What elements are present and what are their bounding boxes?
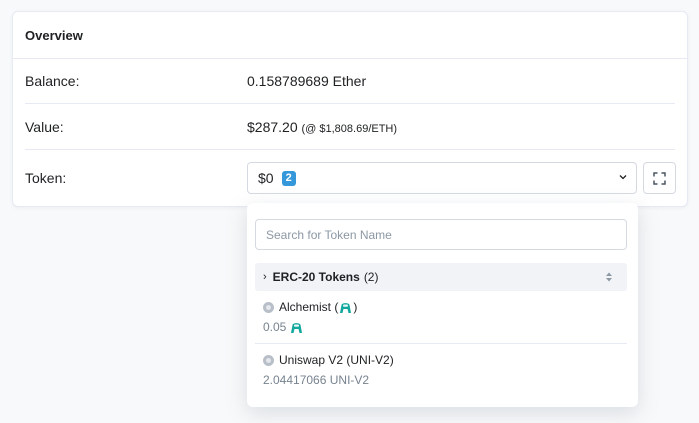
- balance-label: Balance:: [25, 73, 80, 89]
- value-label: Value:: [25, 119, 64, 135]
- usd-value: $287.20: [247, 119, 298, 135]
- coin-icon: [263, 301, 274, 313]
- group-name: ERC-20 Tokens: [272, 270, 360, 284]
- token-dropdown-toggle[interactable]: $0 2: [247, 162, 637, 194]
- expand-button[interactable]: [643, 162, 676, 194]
- balance-value: 0.158789689 Ether: [247, 73, 367, 89]
- token-balance: 2.04417066 UNI-V2: [263, 373, 623, 387]
- alchemist-token-icon: [291, 322, 303, 333]
- overview-card: Overview Balance: 0.158789689 Ether Valu…: [12, 11, 688, 207]
- token-item-uniswap[interactable]: Uniswap V2 (UNI-V2) 2.04417066 UNI-V2: [263, 353, 623, 387]
- token-name: Alchemist ( ): [263, 300, 623, 314]
- token-label: Token:: [25, 170, 67, 186]
- value-row: Value: $287.20 (@ $1,808.69/ETH): [25, 116, 675, 138]
- token-name-text: Alchemist (: [279, 300, 339, 314]
- card-title: Overview: [13, 12, 687, 59]
- divider: [25, 103, 675, 104]
- token-total-value: $0: [258, 170, 274, 186]
- value-amount: $287.20 (@ $1,808.69/ETH): [247, 119, 397, 135]
- chevron-down-icon: [619, 175, 627, 180]
- group-count: (2): [363, 270, 379, 284]
- erc20-group-header[interactable]: › ERC-20 Tokens (2): [255, 263, 627, 291]
- token-name-text: Uniswap V2 (UNI-V2): [279, 353, 394, 367]
- token-balance: 0.05: [263, 320, 623, 334]
- balance-row: Balance: 0.158789689 Ether: [25, 70, 675, 92]
- chevron-right-icon: ›: [263, 271, 267, 283]
- token-name-suffix: ): [353, 300, 358, 314]
- token-item-alchemist[interactable]: Alchemist ( ) 0.05: [263, 300, 623, 334]
- divider: [255, 343, 627, 344]
- token-balance-text: 0.05: [263, 320, 287, 334]
- eth-rate: (@ $1,808.69/ETH): [301, 123, 398, 135]
- sort-icon: [606, 272, 612, 282]
- coin-icon: [263, 354, 274, 366]
- token-count-badge: 2: [281, 170, 296, 186]
- alchemist-token-icon: [340, 302, 352, 313]
- token-name: Uniswap V2 (UNI-V2): [263, 353, 623, 367]
- token-dropdown-menu: › ERC-20 Tokens (2) Alchemist ( ) 0.05: [247, 203, 638, 407]
- divider: [25, 149, 675, 150]
- token-balance-text: 2.04417066 UNI-V2: [263, 373, 370, 387]
- token-search-input[interactable]: [255, 219, 627, 250]
- expand-icon: [653, 171, 666, 185]
